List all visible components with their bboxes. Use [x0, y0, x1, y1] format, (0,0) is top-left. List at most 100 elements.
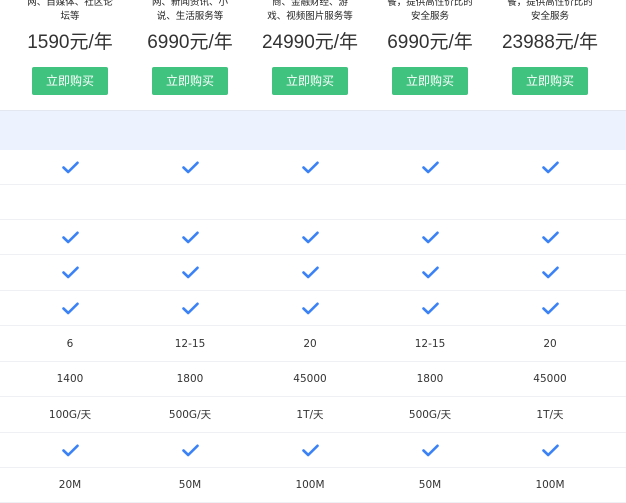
table-cell — [130, 433, 250, 467]
table-row — [0, 291, 626, 326]
table-cell: 50M — [178, 479, 202, 491]
buy-now-button[interactable]: 立即购买 — [152, 67, 228, 95]
plan-description-line-2: 戏、视频图片服务等 — [267, 11, 353, 22]
table-row — [0, 433, 626, 468]
plan-description: 商、金融财经、游 戏、视频图片服务等 — [240, 0, 380, 26]
table-cell — [130, 185, 250, 219]
table-cell: 100G/天 — [48, 409, 92, 421]
table-cell — [250, 185, 370, 219]
table-row: 6 12-15 20 12-15 20 — [0, 326, 626, 362]
table-cell: 100M — [535, 479, 565, 491]
table-cell — [130, 291, 250, 325]
table-cell — [490, 150, 610, 184]
table-row — [0, 150, 626, 185]
check-icon — [181, 231, 199, 244]
check-icon — [181, 266, 199, 279]
table-cell — [370, 255, 490, 290]
plan-description-line-1: 餐，提供高性价比的 — [387, 0, 473, 8]
table-cell — [370, 185, 490, 219]
check-icon — [541, 302, 559, 315]
check-icon — [61, 161, 79, 174]
plan-description-line-2: 安全服务 — [530, 11, 569, 22]
table-cell — [250, 150, 370, 184]
table-cell — [10, 291, 130, 325]
table-cell: 20 — [303, 337, 317, 350]
feature-comparison-table: 6 12-15 20 12-15 20 1400 1800 45000 1800 45000 100… — [0, 150, 626, 503]
table-cell: 1400 — [56, 373, 84, 385]
buy-now-button[interactable]: 立即购买 — [392, 67, 468, 95]
check-icon — [61, 231, 79, 244]
table-cell — [10, 255, 130, 290]
plan-description-line-2: 安全服务 — [410, 11, 449, 22]
table-cell — [490, 185, 610, 219]
check-icon — [541, 231, 559, 244]
table-cell — [250, 291, 370, 325]
buy-now-button[interactable]: 立即购买 — [272, 67, 348, 95]
table-cell: 50M — [418, 479, 442, 491]
table-cell — [10, 433, 130, 467]
table-cell — [10, 185, 130, 219]
plan-price: 23988元/年 — [501, 32, 599, 53]
table-cell: 1800 — [416, 373, 444, 385]
table-cell: 500G/天 — [168, 409, 212, 421]
table-row — [0, 185, 626, 220]
plan-header-row: 网、自媒体、社区论 坛等 1590元/年 立即购买 网、新闻资讯、小 说、生活服… — [0, 0, 626, 110]
check-icon — [181, 302, 199, 315]
table-cell — [370, 220, 490, 254]
check-icon — [421, 161, 439, 174]
table-cell: 20 — [543, 337, 557, 350]
plan-description-line-1: 商、金融财经、游 — [271, 0, 348, 8]
check-icon — [421, 266, 439, 279]
check-icon — [181, 444, 199, 457]
plan-description: 餐，提供高性价比的 安全服务 — [480, 0, 620, 26]
table-cell: 45000 — [533, 373, 567, 385]
table-cell: 100M — [295, 479, 325, 491]
check-icon — [301, 161, 319, 174]
table-cell — [130, 255, 250, 290]
check-icon — [421, 231, 439, 244]
table-cell: 1800 — [176, 373, 204, 385]
table-cell — [370, 291, 490, 325]
table-row — [0, 220, 626, 255]
plan-description-line-1: 餐，提供高性价比的 — [507, 0, 593, 8]
buy-now-button[interactable]: 立即购买 — [32, 67, 108, 95]
table-cell — [490, 220, 610, 254]
check-icon — [181, 161, 199, 174]
table-cell — [250, 433, 370, 467]
table-cell: 500G/天 — [408, 409, 452, 421]
check-icon — [421, 444, 439, 457]
plan-description-line-2: 坛等 — [60, 11, 80, 22]
plan-description-line-1: 网、新闻资讯、小 — [151, 0, 228, 8]
check-icon — [301, 302, 319, 315]
plan-description: 餐，提供高性价比的 安全服务 — [360, 0, 500, 26]
plan-description-line-2: 说、生活服务等 — [156, 11, 224, 22]
table-cell — [130, 150, 250, 184]
check-icon — [301, 231, 319, 244]
check-icon — [61, 266, 79, 279]
table-cell — [130, 220, 250, 254]
check-icon — [61, 444, 79, 457]
table-cell: 45000 — [293, 373, 327, 385]
check-icon — [61, 302, 79, 315]
table-row — [0, 255, 626, 291]
check-icon — [301, 444, 319, 457]
buy-now-button[interactable]: 立即购买 — [512, 67, 588, 95]
check-icon — [301, 266, 319, 279]
table-cell: 1T/天 — [536, 409, 564, 421]
plan-description: 网、自媒体、社区论 坛等 — [0, 0, 140, 26]
table-cell — [490, 291, 610, 325]
table-cell: 1T/天 — [296, 409, 324, 421]
table-cell: 12-15 — [174, 337, 206, 350]
table-cell — [490, 433, 610, 467]
table-cell — [250, 255, 370, 290]
table-row: 1400 1800 45000 1800 45000 — [0, 362, 626, 397]
table-cell — [10, 150, 130, 184]
table-cell — [490, 255, 610, 290]
plan-description: 网、新闻资讯、小 说、生活服务等 — [120, 0, 260, 26]
section-header-band — [0, 111, 626, 150]
table-cell: 20M — [58, 479, 82, 491]
check-icon — [541, 266, 559, 279]
table-cell — [370, 433, 490, 467]
table-cell — [370, 150, 490, 184]
check-icon — [541, 444, 559, 457]
